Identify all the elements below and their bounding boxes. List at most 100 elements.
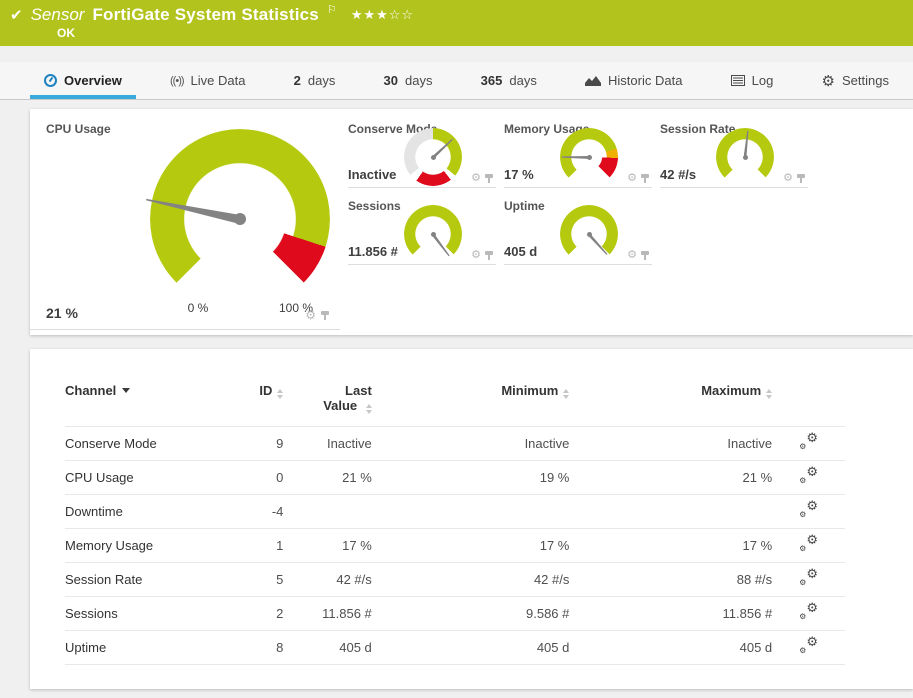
tile-value: 11.856 # [348, 244, 398, 259]
channel-table: Channel ID Last Value Minimum Maximum Co… [65, 369, 845, 665]
tile-gear-icon[interactable]: ⚙ [471, 250, 481, 261]
live-data-icon: ((•)) [170, 74, 184, 87]
tile-pin-icon[interactable] [640, 250, 650, 261]
tab-live-data-label: Live Data [190, 73, 246, 88]
cpu-gauge-scale-min: 0 % [187, 301, 209, 315]
table-row-memory-usage: Memory Usage 1 17 % 17 % 17 % ⚙ ⚙ [65, 528, 845, 563]
edit-channel-gears-icon[interactable]: ⚙ ⚙ [799, 635, 818, 655]
cpu-gauge-value: 21 % [46, 305, 78, 321]
table-row-conserve-mode: Conserve Mode 9 Inactive Inactive Inacti… [65, 426, 845, 461]
channel-name: Session Rate [65, 562, 221, 597]
table-row-session-rate: Session Rate 5 42 #/s 42 #/s 88 #/s ⚙ ⚙ [65, 562, 845, 597]
channel-maximum: 405 d [569, 630, 773, 665]
edit-channel-gears-icon[interactable]: ⚙ ⚙ [799, 533, 818, 553]
priority-stars[interactable]: ★★★☆☆ [351, 7, 414, 23]
tile-value: 42 #/s [660, 167, 697, 182]
tile-value: 405 d [504, 244, 538, 259]
channel-name: Uptime [65, 630, 221, 665]
tab-2-days-label: days [307, 73, 336, 88]
column-header-id[interactable]: ID [221, 369, 284, 427]
stars-filled[interactable]: ★★★ [351, 7, 389, 22]
session-rate-gauge-tile: Session Rate 42 #/s ⚙ [660, 122, 808, 188]
tab-log-label: Log [751, 73, 774, 88]
tab-365-days[interactable]: 365 days [467, 62, 551, 99]
edit-channel-gears-icon[interactable]: ⚙ ⚙ [799, 601, 818, 621]
sessions-gauge [404, 205, 462, 263]
sort-arrows-icon [277, 389, 284, 399]
cpu-tile-pin-icon[interactable] [320, 310, 330, 321]
session-rate-gauge [716, 128, 774, 186]
channel-minimum [371, 494, 570, 529]
column-header-maximum[interactable]: Maximum [569, 369, 773, 427]
tab-overview-label: Overview [64, 73, 122, 88]
tab-live-data[interactable]: ((•)) Live Data [156, 62, 259, 99]
channel-minimum: 19 % [371, 460, 570, 495]
tile-pin-icon[interactable] [640, 173, 650, 184]
tile-gear-icon[interactable]: ⚙ [627, 250, 637, 261]
channel-last-value [283, 494, 372, 529]
cpu-tile-gear-icon[interactable]: ⚙ [305, 309, 316, 321]
tab-bar: Overview ((•)) Live Data 2 days 30 days … [0, 62, 913, 100]
channel-minimum: 405 d [371, 630, 570, 665]
channel-maximum [569, 494, 773, 529]
tab-settings-label: Settings [841, 73, 889, 88]
memory-usage-gauge-tile: Memory Usage 17 % ⚙ [504, 122, 652, 188]
channel-id: 8 [221, 630, 284, 665]
channel-last-value: 405 d [283, 630, 372, 665]
channel-minimum: 17 % [371, 528, 570, 563]
historic-chart-icon [585, 75, 602, 86]
column-header-last-value[interactable]: Last Value [283, 369, 372, 427]
settings-gear-icon: ⚙ [821, 72, 835, 90]
status-ok-check-icon: ✔ [10, 7, 23, 24]
channel-last-value: 21 % [283, 460, 372, 495]
channel-name: Sessions [65, 596, 221, 631]
channel-maximum: Inactive [569, 426, 773, 461]
memory-gauge-hub [586, 154, 592, 160]
column-header-channel[interactable]: Channel [65, 369, 221, 427]
tile-pin-icon[interactable] [796, 173, 806, 184]
gauge-icon [44, 74, 57, 87]
flag-icon[interactable]: ⚐ [327, 3, 337, 16]
sensor-header: ✔ Sensor FortiGate System Statistics ⚐ ★… [0, 0, 913, 46]
edit-channel-gears-icon[interactable]: ⚙ ⚙ [799, 567, 818, 587]
tab-settings[interactable]: ⚙ Settings [808, 62, 903, 99]
uptime-gauge-tile: Uptime 405 d ⚙ [504, 199, 652, 265]
tab-30-days[interactable]: 30 days [370, 62, 447, 99]
edit-channel-gears-icon[interactable]: ⚙ ⚙ [799, 499, 818, 519]
channel-minimum: 42 #/s [371, 562, 570, 597]
tile-pin-icon[interactable] [484, 250, 494, 261]
memory-usage-gauge [560, 128, 618, 186]
tile-value: 17 % [504, 167, 534, 182]
stars-empty[interactable]: ☆☆ [389, 7, 414, 22]
conserve-mode-gauge [404, 128, 462, 186]
cpu-gauge-title: CPU Usage [46, 122, 111, 136]
tile-gear-icon[interactable]: ⚙ [783, 173, 793, 184]
channel-name: CPU Usage [65, 460, 221, 495]
channel-name: Conserve Mode [65, 426, 221, 461]
tab-overview[interactable]: Overview [30, 62, 136, 99]
tile-pin-icon[interactable] [484, 173, 494, 184]
tile-gear-icon[interactable]: ⚙ [471, 173, 481, 184]
column-header-minimum[interactable]: Minimum [372, 369, 570, 427]
tab-30-days-number: 30 [383, 73, 398, 88]
edit-channel-gears-icon[interactable]: ⚙ ⚙ [799, 465, 818, 485]
channel-id: 5 [221, 562, 284, 597]
sort-arrows-icon [766, 389, 773, 399]
tab-log[interactable]: Log [717, 62, 788, 99]
edit-channel-gears-icon[interactable]: ⚙ ⚙ [799, 431, 818, 451]
channel-id: 1 [221, 528, 284, 563]
tab-2-days[interactable]: 2 days [280, 62, 350, 99]
table-row-cpu-usage: CPU Usage 0 21 % 19 % 21 % ⚙ ⚙ [65, 460, 845, 495]
small-gauge-grid: Conserve Mode Inactive ⚙ Memory Usage 17… [348, 109, 913, 335]
sensor-title: FortiGate System Statistics [92, 5, 319, 24]
sort-arrows-icon [563, 389, 570, 399]
tab-365-days-number: 365 [480, 73, 503, 88]
cpu-gauge [150, 129, 330, 309]
object-kind-label: Sensor [30, 5, 85, 24]
channel-name: Memory Usage [65, 528, 221, 563]
channel-id: 0 [221, 460, 284, 495]
tile-title: Sessions [348, 199, 401, 213]
tab-historic-data[interactable]: Historic Data [571, 62, 696, 99]
channel-last-value: 42 #/s [283, 562, 372, 597]
tile-gear-icon[interactable]: ⚙ [627, 173, 637, 184]
